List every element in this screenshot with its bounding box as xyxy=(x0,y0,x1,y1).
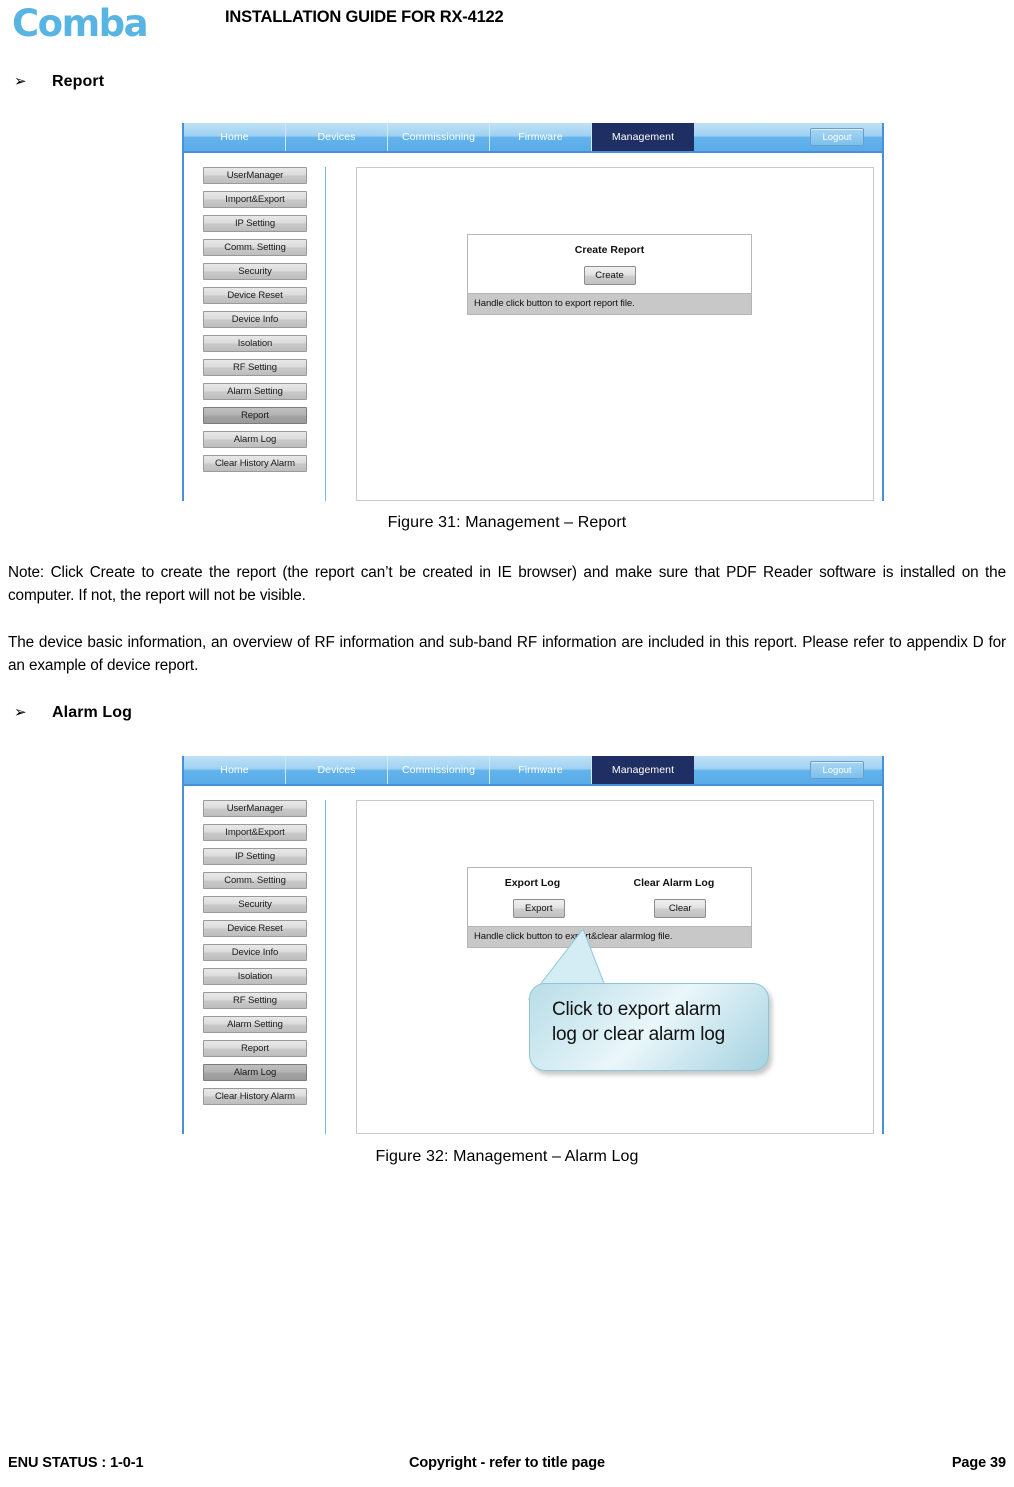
nav-tab-home[interactable]: Home xyxy=(184,123,286,151)
nav-tab-devices[interactable]: Devices xyxy=(286,756,388,784)
nav-tab-management[interactable]: Management xyxy=(592,123,694,151)
app-nav-bar: Home Devices Commissioning Firmware Mana… xyxy=(184,123,882,153)
sidebar-item-alarm-setting[interactable]: Alarm Setting xyxy=(203,383,307,400)
clear-button[interactable]: Clear xyxy=(654,899,707,918)
sidebar-item-alarm-log[interactable]: Alarm Log xyxy=(203,1064,307,1081)
sidebar-item-comm-setting[interactable]: Comm. Setting xyxy=(203,872,307,889)
create-report-panel: Create Report Create Handle click button… xyxy=(467,234,752,315)
nav-tab-commissioning[interactable]: Commissioning xyxy=(388,756,490,784)
nav-tab-devices[interactable]: Devices xyxy=(286,123,388,151)
nav-tab-firmware[interactable]: Firmware xyxy=(490,123,592,151)
callout-text: Click to export alarm log or clear alarm… xyxy=(552,999,726,1045)
create-report-status-bar: Handle click button to export report fil… xyxy=(468,293,751,314)
sidebar-item-report[interactable]: Report xyxy=(203,1040,307,1057)
callout-bubble: Click to export alarm log or clear alarm… xyxy=(529,983,769,1071)
footer-page-number: Page 39 xyxy=(951,1455,1006,1471)
sidebar-item-report[interactable]: Report xyxy=(203,407,307,424)
clear-alarm-log-label: Clear Alarm Log xyxy=(633,877,715,889)
sidebar-item-alarm-setting[interactable]: Alarm Setting xyxy=(203,1016,307,1033)
alarm-log-labels: Export Log Clear Alarm Log xyxy=(468,877,751,889)
sidebar-item-device-info[interactable]: Device Info xyxy=(203,944,307,961)
callout-annotation: Click to export alarm log or clear alarm… xyxy=(487,929,787,1079)
sidebar-item-ip-setting[interactable]: IP Setting xyxy=(203,848,307,865)
logout-button[interactable]: Logout xyxy=(810,128,864,146)
sidebar-item-security[interactable]: Security xyxy=(203,263,307,280)
create-report-panel-body: Create Report Create xyxy=(468,235,751,293)
create-report-label: Create Report xyxy=(574,244,645,256)
create-report-labels: Create Report xyxy=(468,244,751,256)
sidebar-item-security[interactable]: Security xyxy=(203,896,307,913)
sidebar-item-rf-setting[interactable]: RF Setting xyxy=(203,359,307,376)
app-content-area: Export Log Clear Alarm Log Export Clear … xyxy=(356,800,874,1134)
alarm-log-buttons: Export Clear xyxy=(468,899,751,918)
logout-button[interactable]: Logout xyxy=(810,761,864,779)
nav-tab-home[interactable]: Home xyxy=(184,756,286,784)
sidebar-item-ip-setting[interactable]: IP Setting xyxy=(203,215,307,232)
app-content-area: Create Report Create Handle click button… xyxy=(356,167,874,501)
app-body: UserManager Import&Export IP Setting Com… xyxy=(184,786,882,1134)
nav-tab-commissioning[interactable]: Commissioning xyxy=(388,123,490,151)
sidebar-item-isolation[interactable]: Isolation xyxy=(203,968,307,985)
arrow-bullet-icon: ➢ xyxy=(14,72,27,90)
sidebar-item-usermanager[interactable]: UserManager xyxy=(203,800,307,817)
sidebar-item-clear-history-alarm[interactable]: Clear History Alarm xyxy=(203,455,307,472)
sidebar-item-device-reset[interactable]: Device Reset xyxy=(203,920,307,937)
sidebar-item-device-info[interactable]: Device Info xyxy=(203,311,307,328)
sidebar-item-comm-setting[interactable]: Comm. Setting xyxy=(203,239,307,256)
sidebar-item-device-reset[interactable]: Device Reset xyxy=(203,287,307,304)
document-title: INSTALLATION GUIDE FOR RX-4122 xyxy=(225,8,504,26)
section-heading-label: Report xyxy=(52,73,105,90)
app-body: UserManager Import&Export IP Setting Com… xyxy=(184,153,882,501)
sidebar-item-alarm-log[interactable]: Alarm Log xyxy=(203,431,307,448)
screenshot-management-alarm-log: Home Devices Commissioning Firmware Mana… xyxy=(182,756,884,1134)
export-log-label: Export Log xyxy=(504,877,561,889)
nav-tab-firmware[interactable]: Firmware xyxy=(490,756,592,784)
figure-31-caption: Figure 31: Management – Report xyxy=(387,514,627,531)
footer-status: ENU STATUS : 1-0-1 xyxy=(8,1455,144,1471)
figure-32-caption: Figure 32: Management – Alarm Log xyxy=(375,1148,639,1165)
sidebar-item-clear-history-alarm[interactable]: Clear History Alarm xyxy=(203,1088,307,1105)
comba-logo: Comba xyxy=(12,2,149,45)
footer-copyright: Copyright - refer to title page xyxy=(409,1455,605,1471)
sidebar-item-import-export[interactable]: Import&Export xyxy=(203,824,307,841)
app-sidebar: UserManager Import&Export IP Setting Com… xyxy=(196,167,326,501)
section-heading-label: Alarm Log xyxy=(52,704,133,721)
alarm-log-panel-body: Export Log Clear Alarm Log Export Clear xyxy=(468,868,751,926)
sidebar-item-isolation[interactable]: Isolation xyxy=(203,335,307,352)
app-sidebar: UserManager Import&Export IP Setting Com… xyxy=(196,800,326,1134)
page-header: Comba INSTALLATION GUIDE FOR RX-4122 xyxy=(0,0,1014,50)
export-button[interactable]: Export xyxy=(512,899,565,918)
sidebar-item-rf-setting[interactable]: RF Setting xyxy=(203,992,307,1009)
screenshot-management-report: Home Devices Commissioning Firmware Mana… xyxy=(182,123,884,501)
section-heading-report: ➢ Report xyxy=(14,72,104,91)
sidebar-item-import-export[interactable]: Import&Export xyxy=(203,191,307,208)
page-footer: ENU STATUS : 1-0-1 Copyright - refer to … xyxy=(8,1453,1006,1473)
body-paragraph: The device basic information, an overvie… xyxy=(8,634,1006,674)
app-nav-bar: Home Devices Commissioning Firmware Mana… xyxy=(184,756,882,786)
create-report-buttons: Create xyxy=(468,266,751,285)
section-heading-alarm-log: ➢ Alarm Log xyxy=(14,703,132,722)
arrow-bullet-icon: ➢ xyxy=(14,703,27,721)
create-button[interactable]: Create xyxy=(583,266,636,285)
sidebar-item-usermanager[interactable]: UserManager xyxy=(203,167,307,184)
nav-tab-management[interactable]: Management xyxy=(592,756,694,784)
note-paragraph: Note: Click Create to create the report … xyxy=(8,564,1006,604)
